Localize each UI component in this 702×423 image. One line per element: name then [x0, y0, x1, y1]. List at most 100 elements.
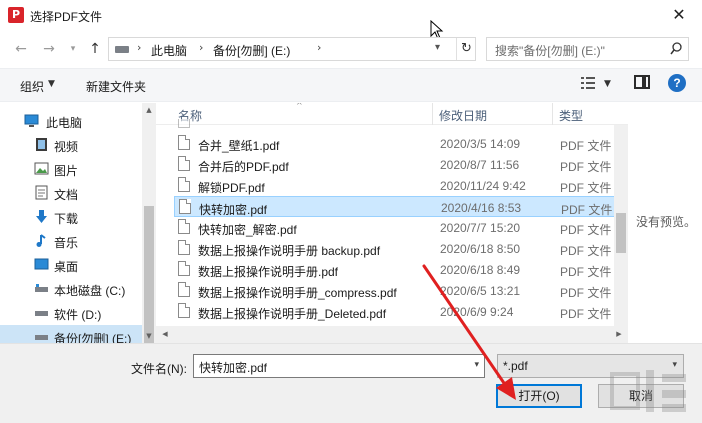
organize-chevron-icon[interactable]: ▼: [48, 79, 55, 89]
view-options-chevron-icon[interactable]: ▼: [604, 79, 611, 89]
sidebar-item-drive-c[interactable]: 本地磁盘 (C:): [0, 277, 142, 301]
file-row[interactable]: 数据上报操作说明手册_Deleted.pdf 2020/6/9 9:24 PDF…: [174, 301, 626, 322]
filetype-value: *.pdf: [503, 359, 528, 373]
new-folder-button[interactable]: 新建文件夹: [86, 78, 146, 95]
up-arrow-icon[interactable]: ↑: [84, 38, 106, 60]
file-list-horizontal-scrollbar[interactable]: ◀ ▶: [156, 326, 628, 343]
breadcrumb-drive-e[interactable]: 备份[勿删] (E:): [213, 42, 290, 59]
file-type: PDF 文件: [560, 307, 612, 321]
file-date: 2020/6/5 13:21: [440, 284, 521, 298]
file-type: PDF 文件: [560, 244, 612, 258]
file-row-selected[interactable]: 快转加密.pdf 2020/4/16 8:53 PDF 文件: [174, 196, 626, 217]
sidebar-item-label: 软件 (D:): [54, 308, 102, 322]
filename-dropdown-icon[interactable]: ▾: [474, 360, 479, 370]
window-title: 选择PDF文件: [30, 10, 103, 24]
search-icon: [670, 42, 682, 55]
breadcrumb-separator-icon: ›: [199, 41, 204, 54]
file-row[interactable]: 数据上报操作说明手册.pdf 2020/6/18 8:49 PDF 文件: [174, 259, 626, 280]
filename-value[interactable]: 快转加密.pdf: [199, 359, 267, 376]
file-name: 数据上报操作说明手册_compress.pdf: [198, 286, 397, 300]
pdf-file-icon: [178, 219, 190, 234]
filename-field[interactable]: 快转加密.pdf ▾: [193, 354, 485, 378]
forward-arrow-icon[interactable]: →: [38, 38, 60, 60]
sidebar-item-label: 桌面: [54, 260, 79, 274]
file-type: PDF 文件: [560, 139, 612, 153]
sidebar-item-pictures[interactable]: 图片: [0, 157, 142, 181]
file-date: 2020/3/5 14:09: [440, 137, 521, 151]
file-date: 2020/4/16 8:53: [441, 201, 522, 215]
music-icon: [36, 234, 46, 247]
sidebar-item-drive-d[interactable]: 软件 (D:): [0, 301, 142, 325]
search-box[interactable]: 搜索"备份[勿删] (E:)": [486, 37, 689, 61]
file-date: 2020/8/7 11:56: [440, 158, 520, 172]
scroll-right-icon[interactable]: ▶: [612, 327, 626, 341]
sidebar-item-documents[interactable]: 文档: [0, 181, 142, 205]
file-row[interactable]: 数据上报操作说明手册 backup.pdf 2020/6/18 8:50 PDF…: [174, 238, 626, 259]
video-icon: [36, 138, 47, 151]
back-arrow-icon[interactable]: ←: [10, 38, 32, 60]
pdf-app-logo-icon: P: [8, 7, 24, 23]
drive-icon: [35, 284, 48, 292]
preview-empty-text: 没有预览。: [636, 215, 697, 229]
view-details-icon[interactable]: [580, 76, 596, 90]
command-toolbar: 组织 ▼ 新建文件夹 ▼: [0, 68, 702, 102]
close-button[interactable]: ✕: [656, 0, 702, 32]
file-row[interactable]: 数据上报操作说明手册_compress.pdf 2020/6/5 13:21 P…: [174, 280, 626, 301]
navigation-pane-scrollbar[interactable]: ▲ ▼: [142, 103, 156, 394]
search-input[interactable]: 搜索"备份[勿删] (E:)": [495, 42, 605, 59]
file-type: PDF 文件: [560, 265, 612, 279]
sidebar-item-downloads[interactable]: 下载: [0, 205, 142, 229]
scroll-up-icon[interactable]: ▲: [142, 103, 156, 117]
file-row[interactable]: 合并_壁纸1.pdf 2020/3/5 14:09 PDF 文件: [174, 133, 626, 154]
scrollbar-thumb[interactable]: [616, 213, 626, 253]
navigation-pane: 此电脑 视频 图片 文档 下载 音乐 桌面 本地磁盘 (C:) 软件 (D:) …: [0, 103, 156, 349]
recent-locations-chevron-icon[interactable]: ▾: [62, 38, 84, 60]
file-row[interactable]: 合并后的PDF.pdf 2020/8/7 11:56 PDF 文件: [174, 154, 626, 175]
desktop-icon: [34, 258, 49, 270]
file-row-partial[interactable]: [174, 119, 626, 131]
pdf-file-icon: [178, 177, 190, 192]
pdf-file-icon: [178, 303, 190, 318]
pdf-file-icon: [178, 261, 190, 276]
breadcrumb-this-pc[interactable]: 此电脑: [151, 42, 187, 59]
address-bar[interactable]: › 此电脑 › 备份[勿删] (E:) › ▾: [108, 37, 476, 61]
download-icon: [36, 210, 47, 223]
title-bar: P 选择PDF文件 ✕: [0, 0, 702, 32]
open-button[interactable]: 打开(O): [496, 384, 582, 408]
file-name: 快转加密.pdf: [199, 203, 268, 217]
address-dropdown-icon[interactable]: ▾: [435, 42, 440, 53]
sidebar-item-desktop[interactable]: 桌面: [0, 253, 142, 277]
drive-icon: [35, 311, 48, 316]
preview-pane-icon[interactable]: [634, 75, 650, 89]
pdf-file-icon: [178, 282, 190, 297]
sidebar-item-label: 本地磁盘 (C:): [54, 284, 126, 298]
breadcrumb-separator-icon: ›: [317, 41, 322, 54]
watermark-logo: [610, 370, 686, 412]
file-type: PDF 文件: [560, 181, 612, 195]
help-icon[interactable]: ?: [668, 74, 686, 92]
sidebar-item-music[interactable]: 音乐: [0, 229, 142, 253]
scroll-left-icon[interactable]: ◀: [158, 327, 172, 341]
scroll-down-icon[interactable]: ▼: [142, 329, 156, 343]
sidebar-item-label: 图片: [54, 164, 79, 178]
file-name: 快转加密_解密.pdf: [198, 223, 297, 237]
file-row[interactable]: 解锁PDF.pdf 2020/11/24 9:42 PDF 文件: [174, 175, 626, 196]
file-date: 2020/6/9 9:24: [440, 305, 514, 319]
sidebar-item-label: 视频: [54, 140, 79, 154]
sidebar-item-this-pc[interactable]: 此电脑: [0, 109, 142, 133]
pdf-file-icon: [178, 135, 190, 150]
computer-icon: [24, 114, 39, 127]
file-list-scrollbar[interactable]: [614, 125, 628, 326]
file-name: 解锁PDF.pdf: [198, 181, 265, 195]
file-date: 2020/11/24 9:42: [440, 179, 526, 193]
sidebar-item-label: 文档: [54, 188, 79, 202]
sort-ascending-icon: ^: [296, 103, 303, 110]
refresh-icon[interactable]: ↻: [456, 38, 476, 60]
organize-menu[interactable]: 组织: [20, 78, 44, 95]
sidebar-item-videos[interactable]: 视频: [0, 133, 142, 157]
file-row[interactable]: 快转加密_解密.pdf 2020/7/7 15:20 PDF 文件: [174, 217, 626, 238]
file-name: 数据上报操作说明手册_Deleted.pdf: [198, 307, 387, 321]
documents-icon: [35, 185, 48, 200]
file-type: PDF 文件: [561, 203, 613, 217]
filename-label: 文件名(N):: [131, 362, 187, 376]
